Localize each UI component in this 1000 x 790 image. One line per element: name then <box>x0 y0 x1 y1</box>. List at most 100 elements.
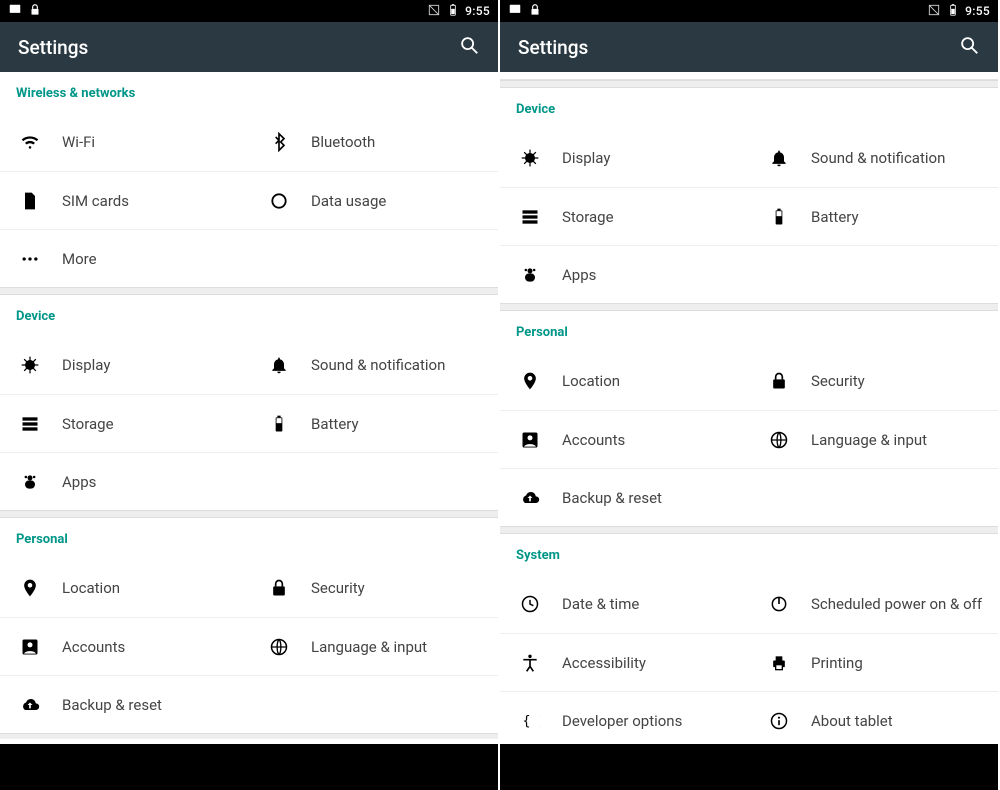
item-battery[interactable]: Battery <box>249 394 498 452</box>
item-wifi[interactable]: Wi-Fi <box>0 113 249 171</box>
section-wireless: Wireless & networks Wi-Fi Bluetooth SIM … <box>0 72 498 287</box>
section-header-device: Device <box>500 88 998 129</box>
item-battery[interactable]: Battery <box>749 187 998 245</box>
item-location[interactable]: Location <box>500 352 749 410</box>
no-sim-icon <box>427 3 441 20</box>
item-apps[interactable]: Apps <box>0 452 498 510</box>
item-bluetooth[interactable]: Bluetooth <box>249 113 498 171</box>
screen-icon <box>508 3 522 20</box>
nav-back-button[interactable] <box>119 754 141 780</box>
item-label: Sound & notification <box>311 356 445 374</box>
nav-home-button[interactable] <box>738 754 760 780</box>
storage-icon <box>20 414 62 434</box>
search-icon <box>458 41 480 60</box>
page-title: Settings <box>18 36 88 59</box>
item-date-time[interactable]: Date & time <box>500 575 749 633</box>
item-label: Display <box>62 356 110 374</box>
nav-recent-button[interactable] <box>357 754 379 780</box>
item-location[interactable]: Location <box>0 559 249 617</box>
item-developer-options[interactable]: Developer options <box>500 691 749 744</box>
item-label: Language & input <box>311 638 427 656</box>
item-label: Sound & notification <box>811 149 945 167</box>
item-sim-cards[interactable]: SIM cards <box>0 171 249 229</box>
app-bar: Settings <box>500 22 998 72</box>
status-time: 9:55 <box>465 4 490 18</box>
section-header-personal: Personal <box>500 311 998 352</box>
search-icon <box>958 41 980 60</box>
item-display[interactable]: Display <box>500 129 749 187</box>
printing-icon <box>769 653 811 673</box>
item-data-usage[interactable]: Data usage <box>249 171 498 229</box>
divider <box>500 303 998 311</box>
item-storage[interactable]: Storage <box>500 187 749 245</box>
item-security[interactable]: Security <box>249 559 498 617</box>
item-sound[interactable]: Sound & notification <box>749 129 998 187</box>
location-icon <box>520 371 562 391</box>
divider <box>500 80 998 88</box>
item-label: Display <box>562 149 610 167</box>
back-icon <box>119 761 141 780</box>
item-label: Security <box>811 372 865 390</box>
nav-recent-button[interactable] <box>857 754 879 780</box>
status-time: 9:55 <box>965 4 990 18</box>
item-language[interactable]: Language & input <box>749 410 998 468</box>
section-personal: Personal Location Security Accounts Lang… <box>500 311 998 526</box>
clock-icon <box>520 594 562 614</box>
back-icon <box>619 761 641 780</box>
divider <box>0 510 498 518</box>
security-icon <box>269 578 311 598</box>
section-personal: Personal Location Security Accounts Lang… <box>0 518 498 733</box>
bell-icon <box>769 148 811 168</box>
bell-icon <box>269 355 311 375</box>
display-icon <box>20 355 62 375</box>
no-sim-icon <box>927 3 941 20</box>
info-icon <box>769 711 811 731</box>
location-icon <box>20 578 62 598</box>
item-label: Location <box>562 372 620 390</box>
data-usage-icon <box>269 191 311 211</box>
item-accessibility[interactable]: Accessibility <box>500 633 749 691</box>
item-about-tablet[interactable]: About tablet <box>749 691 998 744</box>
item-label: Storage <box>562 208 614 226</box>
settings-scroll[interactable]: Wireless & networks Wi-Fi Bluetooth SIM … <box>0 72 498 744</box>
section-header-wireless: Wireless & networks <box>0 72 498 113</box>
item-accounts[interactable]: Accounts <box>500 410 749 468</box>
right-panel: 9:55 Settings Device Display Sound & not… <box>500 0 1000 790</box>
storage-icon <box>520 207 562 227</box>
item-label: Scheduled power on & off <box>811 595 982 613</box>
item-apps[interactable]: Apps <box>500 245 998 303</box>
search-button[interactable] <box>958 34 980 60</box>
screen-icon <box>8 3 22 20</box>
section-header-personal: Personal <box>0 518 498 559</box>
item-printing[interactable]: Printing <box>749 633 998 691</box>
item-label: About tablet <box>811 712 893 730</box>
settings-scroll[interactable]: Device Display Sound & notification Stor… <box>500 72 998 744</box>
nav-back-button[interactable] <box>619 754 641 780</box>
item-label: Language & input <box>811 431 927 449</box>
item-label: Location <box>62 579 120 597</box>
search-button[interactable] <box>458 34 480 60</box>
item-backup[interactable]: Backup & reset <box>500 468 998 526</box>
item-label: Storage <box>62 415 114 433</box>
left-panel: 9:55 Settings Wireless & networks Wi-Fi … <box>0 0 500 790</box>
item-storage[interactable]: Storage <box>0 394 249 452</box>
item-display[interactable]: Display <box>0 336 249 394</box>
item-accounts[interactable]: Accounts <box>0 617 249 675</box>
item-sound[interactable]: Sound & notification <box>249 336 498 394</box>
item-language[interactable]: Language & input <box>249 617 498 675</box>
item-security[interactable]: Security <box>749 352 998 410</box>
developer-icon <box>520 711 562 731</box>
bluetooth-icon <box>269 132 311 152</box>
item-backup[interactable]: Backup & reset <box>0 675 498 733</box>
security-icon <box>769 371 811 391</box>
item-more[interactable]: More <box>0 229 498 287</box>
recent-icon <box>357 761 379 780</box>
item-label: Bluetooth <box>311 133 375 151</box>
sim-icon <box>20 191 62 211</box>
item-label: Security <box>311 579 365 597</box>
item-scheduled-power[interactable]: Scheduled power on & off <box>749 575 998 633</box>
nav-home-button[interactable] <box>238 754 260 780</box>
wifi-icon <box>20 132 62 152</box>
recent-icon <box>857 761 879 780</box>
section-header-device: Device <box>0 295 498 336</box>
